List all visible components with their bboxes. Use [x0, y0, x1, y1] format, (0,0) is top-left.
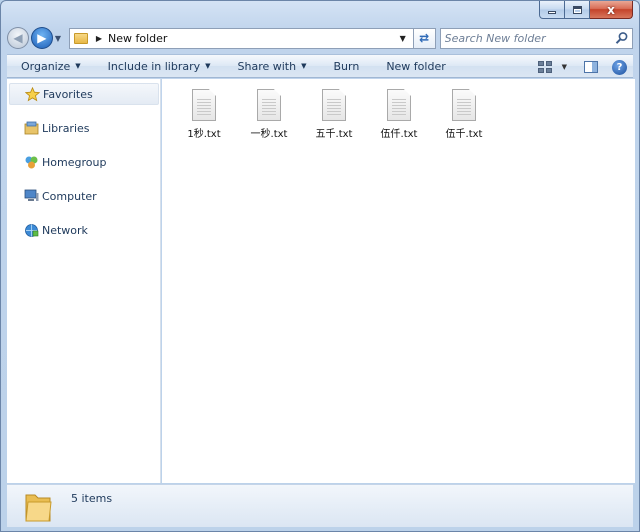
view-options-dropdown[interactable]: ▼	[562, 63, 567, 71]
sidebar-item-label: Favorites	[43, 87, 93, 101]
forward-arrow-icon: ▶	[37, 31, 47, 45]
sidebar-item-label: Homegroup	[42, 155, 107, 169]
view-controls: ▼ ?	[528, 56, 631, 78]
preview-pane-icon[interactable]	[584, 61, 598, 73]
command-bar: Organize ▼ Include in library ▼ Share with…	[7, 54, 633, 78]
burn-button[interactable]: Burn	[319, 55, 372, 77]
minimize-icon	[548, 11, 556, 14]
file-list: 1秒.txt 一秒.txt 五千.txt 伍仟.txt 伍千.txt	[162, 79, 635, 483]
recent-pages-dropdown[interactable]: ▼	[55, 34, 65, 43]
details-pane: 5 items	[7, 484, 633, 527]
maximize-button[interactable]	[565, 1, 590, 19]
sidebar-item-libraries[interactable]: Libraries	[9, 117, 159, 139]
address-bar[interactable]: ▶ New folder ▼	[68, 27, 414, 49]
search-input[interactable]	[444, 29, 615, 47]
back-arrow-icon: ◀	[13, 31, 23, 45]
folder-icon	[73, 32, 88, 44]
navigation-bar: ◀ ▶ ▼ ▶ New folder ▼ ⇄	[7, 25, 634, 51]
text-file-icon	[387, 89, 411, 121]
new-folder-label: New folder	[386, 59, 446, 73]
search-box[interactable]	[439, 27, 634, 49]
close-icon: x	[607, 2, 615, 17]
new-folder-button[interactable]: New folder	[372, 55, 458, 77]
sidebar-item-label: Network	[42, 223, 88, 237]
share-with-label: Share with	[237, 59, 297, 73]
file-name: 五千.txt	[315, 129, 353, 140]
file-item[interactable]: 五千.txt	[303, 85, 365, 143]
sidebar-item-label: Computer	[42, 189, 97, 203]
text-file-icon	[452, 89, 476, 121]
file-name: 伍千.txt	[445, 129, 483, 140]
item-count: 5 items	[71, 492, 113, 505]
sidebar-item-computer[interactable]: Computer	[9, 185, 159, 207]
include-in-library-menu[interactable]: Include in library ▼	[94, 55, 224, 77]
maximize-icon	[572, 5, 582, 14]
homegroup-icon	[23, 154, 39, 170]
computer-icon	[23, 188, 39, 204]
include-in-library-label: Include in library	[107, 59, 201, 73]
change-view-icon[interactable]	[537, 61, 552, 73]
breadcrumb-new-folder[interactable]: New folder	[108, 32, 167, 45]
help-icon[interactable]: ?	[612, 59, 627, 75]
dropdown-arrow-icon: ▼	[205, 62, 211, 70]
sidebar-item-homegroup[interactable]: Homegroup	[9, 151, 159, 173]
text-file-icon	[322, 89, 346, 121]
burn-label: Burn	[333, 59, 360, 73]
sidebar-item-favorites[interactable]: Favorites	[9, 83, 159, 105]
file-item[interactable]: 一秒.txt	[238, 85, 300, 143]
navigation-pane: Favorites Libraries Homegroup Computer N…	[7, 79, 161, 483]
dropdown-arrow-icon: ▼	[75, 62, 81, 70]
address-history-dropdown[interactable]: ▼	[395, 31, 411, 46]
caption-buttons: x	[539, 1, 633, 20]
search-icon[interactable]	[615, 31, 629, 45]
file-name: 一秒.txt	[250, 129, 288, 140]
file-name: 伍仟.txt	[380, 129, 418, 140]
refresh-icon: ⇄	[419, 31, 430, 45]
folder-icon	[25, 494, 52, 522]
share-with-menu[interactable]: Share with ▼	[224, 55, 320, 77]
file-item[interactable]: 伍仟.txt	[368, 85, 430, 143]
organize-label: Organize	[21, 59, 71, 73]
refresh-button[interactable]: ⇄	[413, 27, 436, 49]
library-icon	[23, 120, 39, 136]
dropdown-arrow-icon: ▼	[301, 62, 307, 70]
back-button[interactable]: ◀	[7, 27, 29, 49]
star-icon	[24, 86, 40, 102]
explorer-window: x ◀ ▶ ▼ ▶ New folder ▼ ⇄ Organize ▼ Inclu…	[0, 0, 640, 532]
minimize-button[interactable]	[539, 1, 565, 19]
file-item[interactable]: 伍千.txt	[433, 85, 495, 143]
file-item[interactable]: 1秒.txt	[173, 85, 235, 143]
close-button[interactable]: x	[590, 1, 633, 19]
forward-button[interactable]: ▶	[30, 27, 53, 49]
file-name: 1秒.txt	[187, 129, 221, 140]
network-icon	[23, 222, 39, 238]
organize-menu[interactable]: Organize ▼	[7, 55, 94, 77]
sidebar-item-label: Libraries	[42, 121, 90, 135]
breadcrumb-chevron-icon[interactable]: ▶	[96, 34, 102, 43]
text-file-icon	[192, 89, 216, 121]
text-file-icon	[257, 89, 281, 121]
sidebar-item-network[interactable]: Network	[9, 219, 159, 241]
